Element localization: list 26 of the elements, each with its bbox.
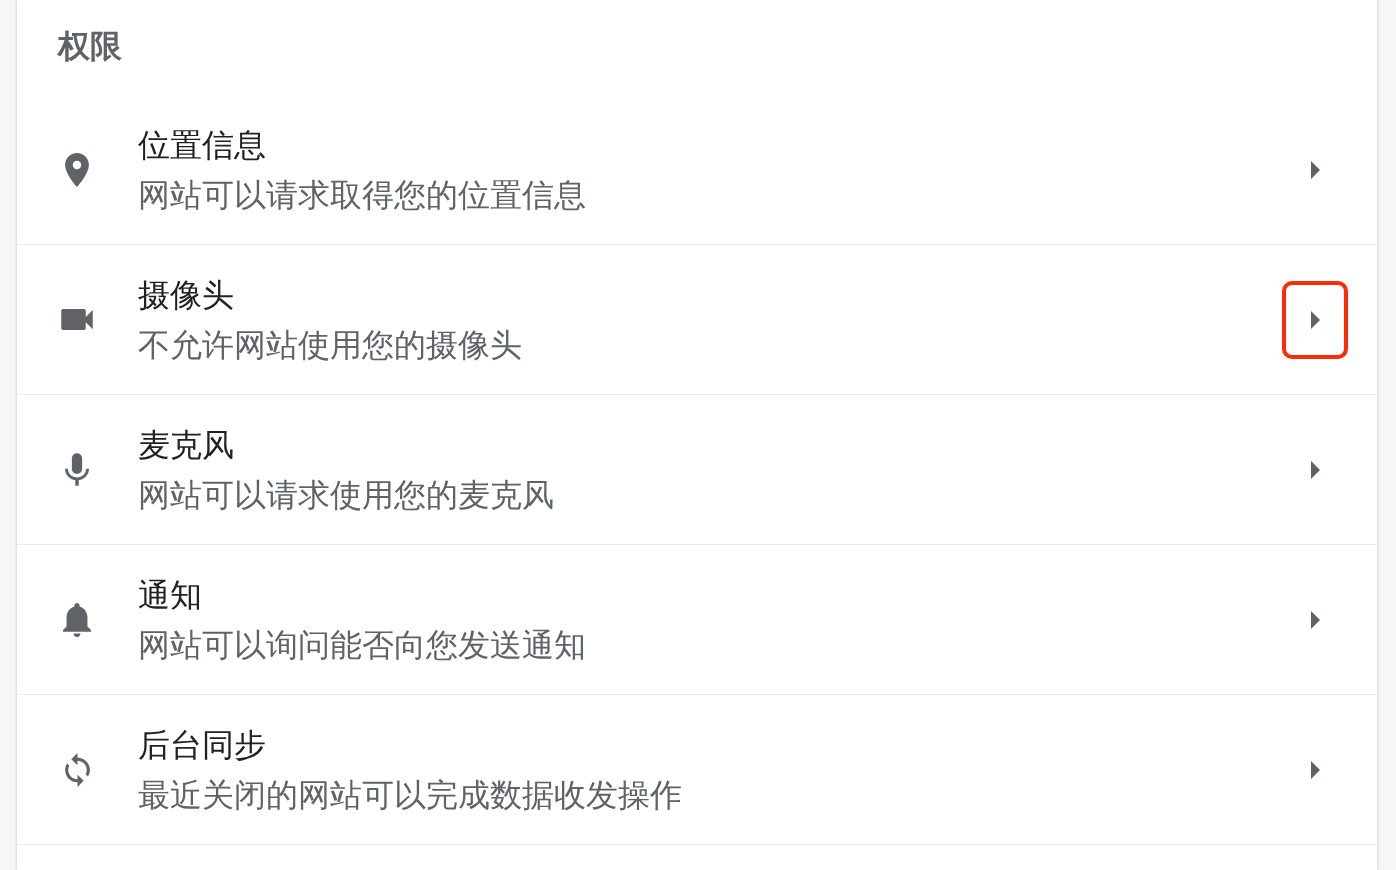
permission-description: 最近关闭的网站可以完成数据收发操作 — [138, 774, 682, 816]
location-pin-icon — [65, 152, 89, 187]
microphone-icon — [65, 453, 89, 486]
caret-icon — [1310, 160, 1320, 179]
permission-description: 不允许网站使用您的摄像头 — [138, 324, 522, 366]
caret-icon — [1310, 610, 1320, 629]
permission-row[interactable]: 通知 网站可以询问能否向您发送通知 — [17, 545, 1377, 695]
permission-description: 网站可以请求使用您的麦克风 — [138, 474, 554, 516]
permission-row[interactable]: 后台同步 最近关闭的网站可以完成数据收发操作 — [17, 695, 1377, 845]
permission-title: 后台同步 — [138, 724, 266, 766]
permission-row[interactable]: 摄像头 不允许网站使用您的摄像头 — [17, 245, 1377, 395]
caret-icon — [1310, 460, 1320, 479]
video-camera-icon — [61, 309, 93, 330]
section-heading: 权限 — [58, 26, 122, 66]
permission-title: 通知 — [138, 574, 202, 616]
sync-arrows-icon — [64, 752, 90, 787]
permission-title: 麦克风 — [138, 424, 234, 466]
permission-row[interactable]: 位置信息 网站可以请求取得您的位置信息 — [17, 95, 1377, 245]
bell-icon — [63, 602, 91, 637]
permission-title: 摄像头 — [138, 274, 234, 316]
permission-title: 位置信息 — [138, 124, 266, 166]
caret-icon — [1310, 310, 1320, 329]
permission-description: 网站可以询问能否向您发送通知 — [138, 624, 586, 666]
caret-icon — [1310, 760, 1320, 779]
permission-description: 网站可以请求取得您的位置信息 — [138, 174, 586, 216]
permission-row[interactable]: 麦克风 网站可以请求使用您的麦克风 — [17, 395, 1377, 545]
